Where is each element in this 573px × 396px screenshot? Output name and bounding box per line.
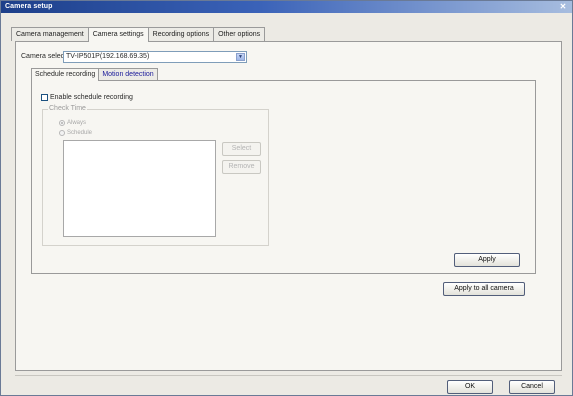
camera-select-label: Camera select: [21, 53, 67, 60]
cancel-button[interactable]: Cancel: [509, 380, 555, 394]
tab-recording-options[interactable]: Recording options: [147, 27, 215, 41]
enable-schedule-label: Enable schedule recording: [50, 94, 133, 101]
camera-select-value: TV-IP501P(192.168.69.35): [66, 53, 150, 60]
window-title: Camera setup: [5, 3, 53, 10]
tab-camera-settings[interactable]: Camera settings: [87, 27, 149, 42]
radio-always-row[interactable]: Always: [59, 120, 86, 126]
apply-to-all-camera-button[interactable]: Apply to all camera: [443, 282, 525, 296]
enable-schedule-checkbox[interactable]: [41, 94, 48, 101]
tab-camera-management[interactable]: Camera management: [11, 27, 89, 41]
remove-button[interactable]: Remove: [222, 160, 261, 174]
close-icon[interactable]: ✕: [558, 2, 568, 12]
tab-other-options[interactable]: Other options: [213, 27, 266, 41]
radio-always[interactable]: [59, 120, 65, 126]
radio-schedule[interactable]: [59, 130, 65, 136]
tab-motion-detection[interactable]: Motion detection: [98, 68, 158, 80]
radio-always-label: Always: [67, 120, 87, 126]
select-button[interactable]: Select: [222, 142, 261, 156]
chevron-down-icon[interactable]: ▼: [236, 53, 245, 61]
apply-button[interactable]: Apply: [454, 253, 520, 267]
radio-schedule-row[interactable]: Schedule: [59, 130, 92, 136]
schedule-listbox[interactable]: [63, 140, 216, 237]
camera-select-dropdown[interactable]: TV-IP501P(192.168.69.35) ▼: [63, 51, 247, 63]
ok-button[interactable]: OK: [447, 380, 493, 394]
divider: [15, 375, 562, 376]
check-time-label: Check Time: [48, 105, 87, 112]
camera-setup-window: Camera setup ✕ Camera management Camera …: [0, 0, 573, 396]
enable-schedule-row[interactable]: Enable schedule recording: [41, 94, 133, 101]
title-bar[interactable]: Camera setup ✕: [1, 1, 572, 13]
sub-tab-bar: Schedule recording Motion detection: [31, 68, 158, 81]
radio-schedule-label: Schedule: [67, 130, 93, 136]
tab-schedule-recording[interactable]: Schedule recording: [31, 68, 100, 81]
main-tab-bar: Camera management Camera settings Record…: [11, 27, 266, 42]
